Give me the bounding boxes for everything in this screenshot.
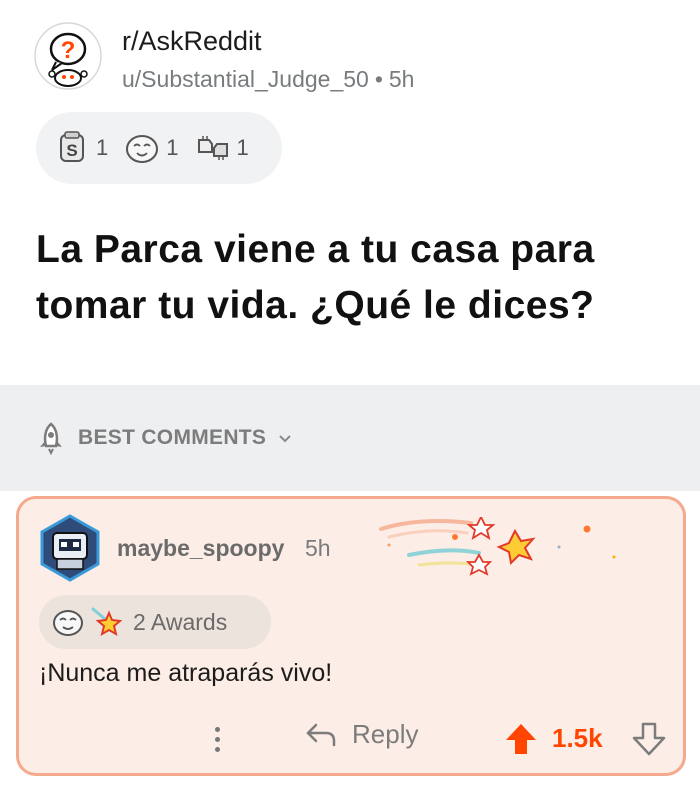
post-time: 5h	[388, 66, 415, 92]
reply-label: Reply	[352, 719, 419, 749]
reply-button[interactable]: Reply	[304, 719, 418, 750]
rocket-icon	[40, 422, 62, 455]
award-fist-bump: 1	[195, 130, 249, 166]
comment-username[interactable]: maybe_spoopy	[117, 535, 284, 562]
silver-coin-icon: S	[60, 131, 84, 162]
svg-text:S: S	[66, 141, 77, 160]
comment-awards-pill[interactable]: 2 Awards	[39, 595, 271, 649]
wholesome-face-icon	[126, 135, 159, 163]
sparkle-effect-icon	[379, 517, 616, 576]
post-author[interactable]: u/Substantial_Judge_50	[122, 66, 369, 92]
post-meta: u/Substantial_Judge_50 • 5h	[122, 66, 414, 93]
subreddit-avatar-icon[interactable]: ?	[34, 22, 102, 90]
post-title[interactable]: La Parca viene a tu casa para tomar tu v…	[36, 222, 666, 334]
more-dot	[214, 746, 220, 752]
sort-dropdown[interactable]: BEST COMMENTS	[34, 421, 294, 455]
comment-score: 1.5k	[552, 723, 603, 753]
award-count: 1	[236, 135, 249, 160]
upvote-arrow-icon[interactable]	[503, 721, 539, 757]
comment-body: ¡Nunca me atraparás vivo!	[39, 659, 333, 687]
reply-arrow-icon	[306, 723, 336, 746]
post-header: ? r/AskReddit u/Substantial_Judge_50 • 5h	[0, 0, 700, 110]
award-count: 1	[166, 135, 179, 160]
more-dot	[214, 726, 220, 732]
more-dot	[214, 736, 220, 742]
svg-text:?: ?	[61, 37, 76, 64]
user-avatar-icon[interactable]	[35, 513, 105, 583]
chevron-down-icon	[279, 435, 291, 443]
more-options-button[interactable]	[207, 719, 227, 759]
comment-actions: Reply 1.5k	[19, 713, 689, 767]
downvote-arrow-icon[interactable]	[631, 721, 667, 757]
comment-card: maybe_spoopy 5h 2 Awards ¡Nunca me atrap…	[16, 496, 686, 776]
awards-count-label: 2 Awards	[133, 608, 228, 635]
subreddit-name[interactable]: r/AskReddit	[122, 26, 262, 57]
award-silver: S 1	[54, 130, 108, 166]
award-count: 1	[96, 135, 109, 160]
post-awards-pill[interactable]: S 1 1 1	[36, 112, 282, 184]
award-wholesome: 1	[124, 130, 179, 166]
comment-time: 5h	[305, 535, 331, 561]
fist-bump-icon	[197, 136, 228, 160]
shooting-star-icon	[91, 607, 123, 637]
meta-separator: •	[374, 66, 383, 92]
wholesome-face-icon	[53, 610, 83, 636]
sort-label: BEST COMMENTS	[78, 426, 267, 449]
comment-sort-bar: BEST COMMENTS	[0, 385, 700, 491]
